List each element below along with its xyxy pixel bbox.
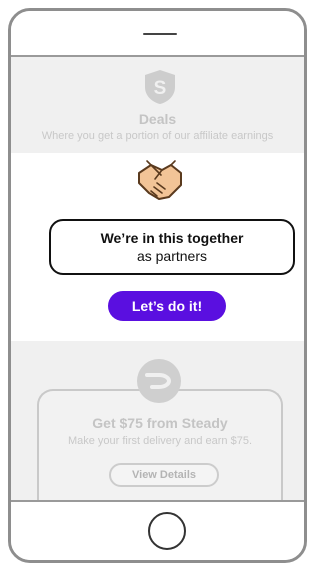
modal-title: We’re in this together (100, 230, 244, 246)
deals-header: S Deals Where you get a portion of our a… (11, 57, 304, 153)
view-details-button[interactable]: View Details (109, 463, 219, 487)
offers-section: Get $75 from Steady Make your first deli… (11, 341, 304, 505)
modal-subtitle: as partners (136, 248, 208, 264)
speaker-slot (143, 33, 177, 35)
partners-message: We’re in this together as partners (49, 219, 295, 275)
svg-text:S: S (154, 78, 167, 99)
home-button[interactable] (148, 512, 186, 550)
deals-title: Deals (138, 111, 177, 127)
deals-subtitle: Where you get a portion of our affiliate… (41, 130, 274, 142)
offer-title: Get $75 from Steady (92, 415, 228, 431)
handshake-icon (138, 160, 182, 200)
shield-s-icon: S (145, 70, 175, 104)
phone-frame: S Deals Where you get a portion of our a… (8, 8, 307, 563)
phone-bottom-bar (11, 500, 304, 560)
app-screen: S Deals Where you get a portion of our a… (11, 57, 304, 505)
lets-do-it-button[interactable]: Let’s do it! (108, 291, 226, 321)
partners-modal: We’re in this together as partners Let’s… (11, 153, 304, 341)
steady-offer-card[interactable]: Get $75 from Steady Make your first deli… (37, 389, 283, 505)
steady-logo-icon (137, 359, 181, 403)
phone-top-bar (11, 11, 304, 57)
offer-description: Make your first delivery and earn $75. (67, 435, 253, 447)
